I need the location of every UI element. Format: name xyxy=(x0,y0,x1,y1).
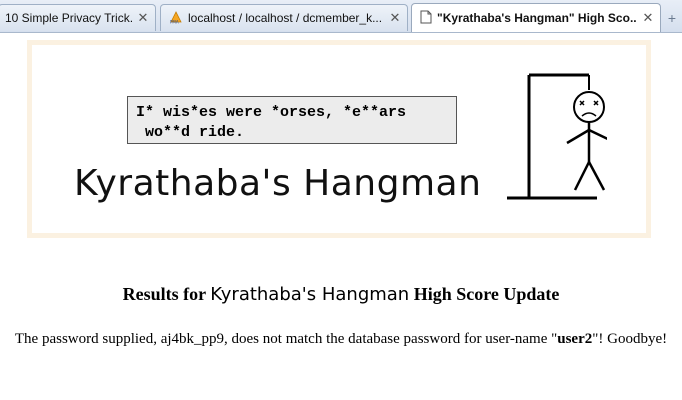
heading-prefix: Results for xyxy=(122,284,206,304)
message-prefix: The password supplied, aj4bk_pp9, does n… xyxy=(14,331,558,347)
close-icon[interactable]: ✕ xyxy=(641,11,655,25)
hangman-gallows-icon xyxy=(507,73,607,200)
close-icon[interactable]: ✕ xyxy=(136,11,150,25)
heading-game-name: Kyrathaba's Hangman xyxy=(210,284,410,305)
tab-privacy-tricks[interactable]: 10 Simple Privacy Trick... ✕ xyxy=(0,4,156,31)
tab-phpmyadmin[interactable]: PMA localhost / localhost / dcmember_k..… xyxy=(160,4,408,31)
browser-tab-strip: 10 Simple Privacy Trick... ✕ PMA localho… xyxy=(0,0,682,33)
game-title: Kyrathaba's Hangman xyxy=(74,163,482,204)
heading-suffix: High Score Update xyxy=(413,284,560,304)
tab-label: "Kyrathaba's Hangman" High Sco... xyxy=(437,11,637,25)
close-icon[interactable]: ✕ xyxy=(388,11,402,25)
result-message: The password supplied, aj4bk_pp9, does n… xyxy=(0,331,682,348)
phpmyadmin-icon: PMA xyxy=(169,10,183,27)
tab-label: 10 Simple Privacy Trick... xyxy=(5,11,132,25)
svg-text:PMA: PMA xyxy=(170,19,179,24)
tab-hangman-high-score[interactable]: "Kyrathaba's Hangman" High Sco... ✕ xyxy=(411,3,661,32)
page-icon xyxy=(420,10,432,27)
puzzle-line-2: wo**d ride. xyxy=(136,124,245,141)
puzzle-box: I* wis*es were *orses, *e**ars wo**d rid… xyxy=(127,96,457,144)
username: user2 xyxy=(557,331,593,347)
tab-label: localhost / localhost / dcmember_k... xyxy=(188,11,383,25)
results-heading: Results for Kyrathaba's Hangman High Sco… xyxy=(0,284,682,305)
hangman-banner: I* wis*es were *orses, *e**ars wo**d rid… xyxy=(27,40,651,238)
puzzle-line-1: I* wis*es were *orses, *e**ars xyxy=(136,104,407,121)
message-suffix: "! Goodbye! xyxy=(592,331,668,347)
new-tab-button[interactable]: + xyxy=(662,6,682,30)
